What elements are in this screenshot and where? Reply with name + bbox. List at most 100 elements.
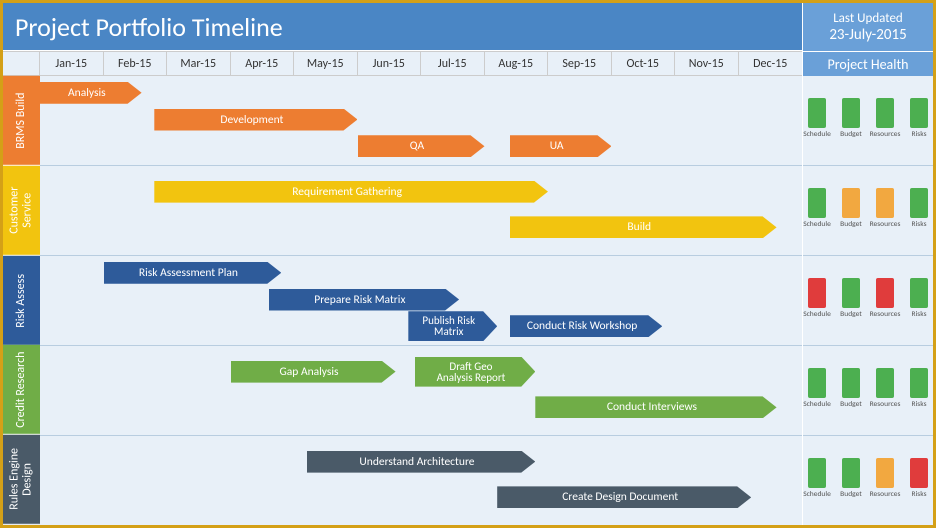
health-indicator: Resources bbox=[871, 368, 899, 409]
health-label: Budget bbox=[840, 490, 862, 499]
month-axis: Jan-15Feb-15Mar-15Apr-15May-15Jun-15Jul-… bbox=[40, 51, 802, 76]
health-bar-schedule bbox=[808, 368, 826, 398]
health-column: ScheduleBudgetResourcesRisksScheduleBudg… bbox=[802, 76, 933, 525]
health-label: Budget bbox=[840, 310, 862, 319]
health-bar-risks bbox=[910, 98, 928, 128]
lane-rules-engine-design: Understand Architecture Create Design Doc… bbox=[40, 436, 802, 525]
health-label: Risks bbox=[912, 220, 927, 229]
month-cell: Mar-15 bbox=[167, 52, 231, 75]
month-cell: Jun-15 bbox=[358, 52, 422, 75]
project-health-header: Project Health bbox=[802, 51, 933, 76]
month-cell: May-15 bbox=[294, 52, 358, 75]
lane-label-rules-engine-design: Rules Engine Design bbox=[3, 435, 40, 525]
health-indicator: Schedule bbox=[803, 458, 831, 499]
health-indicator: Resources bbox=[871, 278, 899, 319]
page-title-text: Project Portfolio Timeline bbox=[15, 11, 283, 43]
gantt-bar: Requirement Gathering bbox=[154, 181, 548, 203]
health-indicator: Resources bbox=[871, 458, 899, 499]
health-bar-budget bbox=[842, 368, 860, 398]
month-cell: Apr-15 bbox=[231, 52, 295, 75]
health-indicator: Schedule bbox=[803, 278, 831, 319]
health-label: Budget bbox=[840, 220, 862, 229]
month-cell: Oct-15 bbox=[612, 52, 676, 75]
health-rules-engine-design: Schedule Budget ResourcesRisks bbox=[803, 436, 933, 525]
health-bar-schedule bbox=[808, 188, 826, 218]
gantt-bar: UA bbox=[510, 135, 612, 157]
lane-row: Build bbox=[40, 216, 802, 240]
health-bars: ScheduleBudgetResourcesRisks bbox=[803, 373, 933, 409]
gantt-bar: Build bbox=[510, 216, 777, 238]
last-updated-date: 23-July-2015 bbox=[803, 26, 933, 44]
month-cell: Sep-15 bbox=[548, 52, 612, 75]
health-indicator: Schedule bbox=[803, 98, 831, 139]
lane-credit-research: Gap Analysis Draft GeoAnalysis Report Cond… bbox=[40, 346, 802, 436]
health-label: Budget bbox=[840, 400, 862, 409]
month-cell: Feb-15 bbox=[104, 52, 168, 75]
lane-label-brms-build: BRMS Build bbox=[3, 76, 40, 166]
health-label: Budget bbox=[840, 130, 862, 139]
swimlane-labels: BRMS BuildCustomer ServiceRisk AssessCre… bbox=[3, 76, 40, 525]
lane-label-customer-service: Customer Service bbox=[3, 166, 40, 256]
health-label: Schedule bbox=[803, 310, 831, 319]
health-label: Resources bbox=[870, 310, 901, 319]
health-label: Schedule bbox=[803, 490, 831, 499]
health-bar-risks bbox=[910, 188, 928, 218]
health-customer-service: Schedule Budget Resources Risks bbox=[803, 166, 933, 256]
gantt-bar: Create Design Document bbox=[497, 486, 751, 508]
lane-row: Conduct Interviews bbox=[40, 396, 802, 420]
health-label: Risks bbox=[912, 310, 927, 319]
month-cell: Dec-15 bbox=[739, 52, 803, 75]
health-label: Resources bbox=[870, 130, 901, 139]
last-updated-label: Last Updated bbox=[803, 11, 933, 26]
health-indicator: Schedule bbox=[803, 368, 831, 409]
health-credit-research: Schedule Budget Resources Risks bbox=[803, 346, 933, 436]
health-bars: Schedule Budget Resources Risks bbox=[803, 283, 933, 319]
gantt-bar: Prepare Risk Matrix bbox=[269, 289, 460, 311]
health-indicator: Risks bbox=[905, 98, 933, 139]
health-indicator: Risks bbox=[905, 368, 933, 409]
lane-label-credit-research: Credit Research bbox=[3, 345, 40, 435]
health-indicator: Resources bbox=[871, 98, 899, 139]
lane-row: Understand Architecture bbox=[40, 451, 802, 475]
month-cell: Jan-15 bbox=[40, 52, 104, 75]
health-bars: ScheduleBudgetResourcesRisks bbox=[803, 103, 933, 139]
lane-row: Prepare Risk Matrix bbox=[40, 289, 802, 313]
gantt-bar: Draft GeoAnalysis Report bbox=[415, 357, 536, 387]
health-label: Schedule bbox=[803, 130, 831, 139]
month-cell: Nov-15 bbox=[675, 52, 739, 75]
health-bar-schedule bbox=[808, 458, 826, 488]
health-indicator: Schedule bbox=[803, 188, 831, 229]
gantt-bar: Risk Assessment Plan bbox=[104, 262, 282, 284]
health-indicator: Budget bbox=[837, 98, 865, 139]
last-updated-box: Last Updated 23-July-2015 bbox=[802, 3, 933, 51]
health-bar-resources bbox=[876, 368, 894, 398]
gantt-lanes: AnalysisDevelopmentQAUARequirement Gathe… bbox=[40, 76, 802, 525]
health-indicator: Budget bbox=[837, 188, 865, 229]
health-label: Schedule bbox=[803, 400, 831, 409]
health-bar-schedule bbox=[808, 278, 826, 308]
health-bar-schedule bbox=[808, 98, 826, 128]
health-indicator: Risks bbox=[905, 458, 933, 499]
lane-row: Publish RiskMatrixConduct Risk Workshop bbox=[40, 315, 802, 339]
health-bar-budget bbox=[842, 278, 860, 308]
health-bars: ScheduleBudgetResourcesRisks bbox=[803, 193, 933, 229]
month-row-spacer bbox=[3, 51, 40, 76]
lane-row: Create Design Document bbox=[40, 486, 802, 510]
health-bar-budget bbox=[842, 98, 860, 128]
lane-customer-service: Requirement Gathering Build bbox=[40, 166, 802, 256]
lane-row: Risk Assessment Plan bbox=[40, 262, 802, 286]
health-bar-risks bbox=[910, 458, 928, 488]
gantt-bar: QA bbox=[358, 135, 485, 157]
health-indicator: Budget bbox=[837, 458, 865, 499]
health-bar-resources bbox=[876, 458, 894, 488]
gantt-bar: Understand Architecture bbox=[307, 451, 536, 473]
lane-label-risk-assess: Risk Assess bbox=[3, 256, 40, 346]
health-indicator: Risks bbox=[905, 188, 933, 229]
lane-row: Development bbox=[40, 109, 802, 133]
health-label: Risks bbox=[912, 400, 927, 409]
health-bar-budget bbox=[842, 458, 860, 488]
gantt-bar: Gap Analysis bbox=[231, 361, 396, 383]
gantt-bar: Development bbox=[154, 109, 357, 131]
lane-risk-assess: Risk Assessment Plan Prepare Risk Matrix P… bbox=[40, 256, 802, 346]
health-indicator: Resources bbox=[871, 188, 899, 229]
